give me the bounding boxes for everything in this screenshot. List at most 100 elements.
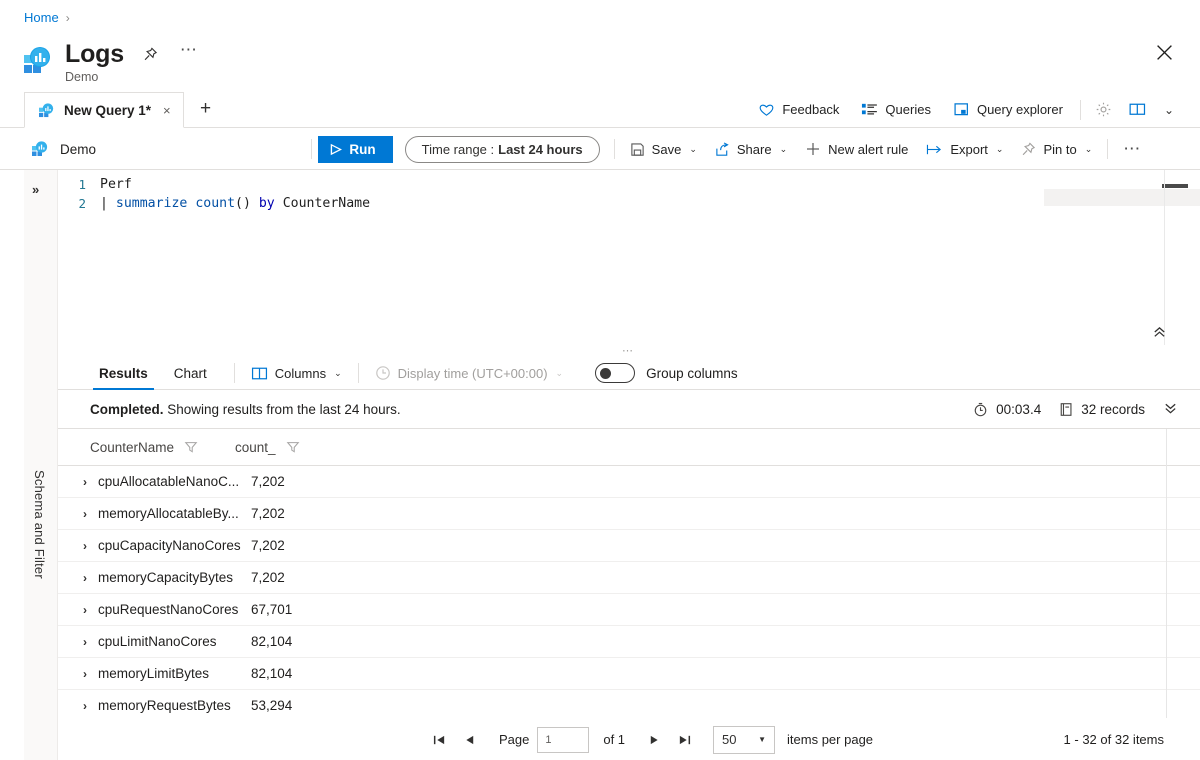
page-size-select[interactable]: 50 ▼ bbox=[713, 725, 776, 754]
table-row[interactable]: › memoryLimitBytes 82,104 bbox=[58, 658, 1200, 690]
columns-button[interactable]: Columns ⌄ bbox=[245, 362, 348, 385]
next-page-button[interactable] bbox=[639, 727, 669, 753]
overflow-menu-button[interactable]: ⋯ bbox=[1114, 134, 1149, 164]
save-icon bbox=[630, 142, 644, 156]
feedback-button[interactable]: Feedback bbox=[747, 96, 850, 123]
save-button[interactable]: Save ⌄ bbox=[621, 137, 706, 162]
record-count: 32 records bbox=[1059, 402, 1145, 417]
timer-icon bbox=[974, 402, 987, 416]
editor-results-splitter[interactable]: ⋯ bbox=[58, 345, 1200, 357]
code-token: | summarize count() by CounterName bbox=[100, 196, 371, 211]
workspace-icon bbox=[32, 141, 48, 156]
page-subtitle: Demo bbox=[65, 69, 99, 84]
add-tab-button[interactable]: + bbox=[200, 99, 211, 118]
chevron-down-icon: ⌄ bbox=[689, 143, 697, 154]
export-button[interactable]: Export ⌄ bbox=[917, 137, 1012, 162]
time-range-picker[interactable]: Time range : Last 24 hours bbox=[404, 135, 600, 163]
close-icon[interactable] bbox=[1150, 38, 1178, 66]
chevron-down-icon: ⌄ bbox=[995, 143, 1004, 154]
double-chevron-down-icon[interactable] bbox=[1163, 401, 1178, 418]
group-columns-toggle[interactable] bbox=[595, 363, 636, 383]
cell-countername: memoryRequestBytes bbox=[98, 698, 231, 713]
code-line: 1 Perf bbox=[58, 175, 370, 194]
new-alert-rule-button[interactable]: New alert rule bbox=[796, 136, 917, 162]
item-range-label: 1 - 32 of 32 items bbox=[1063, 732, 1164, 747]
table-row[interactable]: › cpuCapacityNanoCores 7,202 bbox=[58, 530, 1200, 562]
query-editor[interactable]: 1 Perf 2 | summarize count() by CounterN… bbox=[58, 170, 1200, 345]
table-row[interactable]: › memoryAllocatableBy... 7,202 bbox=[58, 498, 1200, 530]
status-message: Completed. Showing results from the last… bbox=[90, 402, 401, 417]
cell-count: 67,701 bbox=[251, 602, 293, 617]
first-page-button[interactable] bbox=[425, 727, 455, 753]
divider bbox=[613, 139, 615, 159]
time-range-prefix: Time range : bbox=[421, 141, 495, 157]
row-expander-icon[interactable]: › bbox=[72, 635, 98, 649]
results-status-bar: Completed. Showing results from the last… bbox=[58, 390, 1200, 429]
queries-label: Queries bbox=[885, 102, 931, 117]
page-title: Logs bbox=[65, 40, 124, 68]
chevron-down-icon[interactable]: ⌄ bbox=[1155, 98, 1182, 122]
table-row[interactable]: › cpuLimitNanoCores 82,104 bbox=[58, 626, 1200, 658]
prev-page-button[interactable] bbox=[455, 727, 485, 753]
double-chevron-up-icon[interactable] bbox=[1152, 325, 1167, 342]
column-header-label: count_ bbox=[235, 439, 276, 455]
cell-count: 7,202 bbox=[251, 474, 285, 489]
records-value: 32 records bbox=[1081, 401, 1145, 417]
line-number: 2 bbox=[78, 196, 86, 211]
time-range-value: Last 24 hours bbox=[498, 141, 583, 157]
column-header-count[interactable]: count_ bbox=[235, 440, 355, 455]
tab-new-query-1[interactable]: New Query 1* × bbox=[24, 92, 184, 128]
row-expander-icon[interactable]: › bbox=[72, 571, 98, 585]
tab-chart-label: Chart bbox=[173, 365, 207, 381]
breadcrumb-home[interactable]: Home bbox=[24, 10, 59, 25]
ellipsis-icon[interactable]: ⋯ bbox=[178, 40, 200, 65]
column-header-countername[interactable]: CounterName bbox=[90, 440, 235, 455]
row-expander-icon[interactable]: › bbox=[72, 667, 98, 681]
divider bbox=[311, 139, 312, 159]
table-row[interactable]: › memoryCapacityBytes 7,202 bbox=[58, 562, 1200, 594]
page-header: Logs ⋯ Demo bbox=[24, 40, 200, 84]
cell-count: 7,202 bbox=[251, 538, 285, 553]
tab-results[interactable]: Results bbox=[90, 357, 157, 390]
table-row[interactable]: › memoryRequestBytes 53,294 bbox=[58, 690, 1200, 718]
share-button[interactable]: Share ⌄ bbox=[706, 137, 796, 162]
workspace-selector[interactable]: Demo bbox=[0, 141, 305, 157]
last-page-button[interactable] bbox=[669, 727, 699, 753]
export-label: Export bbox=[950, 141, 988, 157]
queries-button[interactable]: Queries bbox=[850, 96, 942, 123]
gear-icon[interactable] bbox=[1087, 96, 1120, 123]
divider bbox=[357, 363, 359, 383]
row-expander-icon[interactable]: › bbox=[72, 539, 98, 553]
table-row[interactable]: › cpuAllocatableNanoC... 7,202 bbox=[58, 466, 1200, 498]
tab-close-icon[interactable]: × bbox=[161, 103, 173, 118]
page-number-input[interactable] bbox=[537, 726, 590, 753]
divider bbox=[233, 363, 235, 383]
pin-to-button[interactable]: Pin to ⌄ bbox=[1012, 137, 1101, 162]
items-per-page-label: items per page bbox=[787, 732, 874, 747]
row-expander-icon[interactable]: › bbox=[72, 603, 98, 617]
workspace-label: Demo bbox=[60, 141, 97, 157]
export-icon bbox=[927, 144, 942, 154]
tab-results-label: Results bbox=[99, 365, 148, 381]
cell-count: 82,104 bbox=[251, 666, 293, 681]
cell-countername: cpuRequestNanoCores bbox=[98, 602, 239, 617]
cell-count: 7,202 bbox=[251, 570, 285, 585]
double-chevron-right-icon[interactable]: » bbox=[32, 182, 39, 197]
row-expander-icon[interactable]: › bbox=[72, 699, 98, 713]
schema-filter-rail[interactable]: » Schema and Filter bbox=[24, 170, 58, 760]
top-action-bar: Feedback Queries Query explorer ⌄ bbox=[747, 96, 1182, 123]
code-token: Perf bbox=[100, 177, 132, 192]
book-icon[interactable] bbox=[1120, 96, 1155, 123]
row-expander-icon[interactable]: › bbox=[72, 507, 98, 521]
tab-chart[interactable]: Chart bbox=[165, 357, 216, 390]
query-explorer-button[interactable]: Query explorer bbox=[942, 96, 1074, 123]
duration-value: 00:03.4 bbox=[996, 401, 1042, 417]
row-expander-icon[interactable]: › bbox=[72, 475, 98, 489]
run-button[interactable]: ▷ Run bbox=[318, 135, 393, 163]
pin-icon[interactable] bbox=[140, 43, 162, 65]
table-row[interactable]: › cpuRequestNanoCores 67,701 bbox=[58, 594, 1200, 626]
cell-countername: memoryCapacityBytes bbox=[98, 570, 234, 585]
list-icon bbox=[862, 103, 878, 115]
logs-icon bbox=[24, 46, 54, 76]
pin-to-label: Pin to bbox=[1043, 141, 1077, 157]
